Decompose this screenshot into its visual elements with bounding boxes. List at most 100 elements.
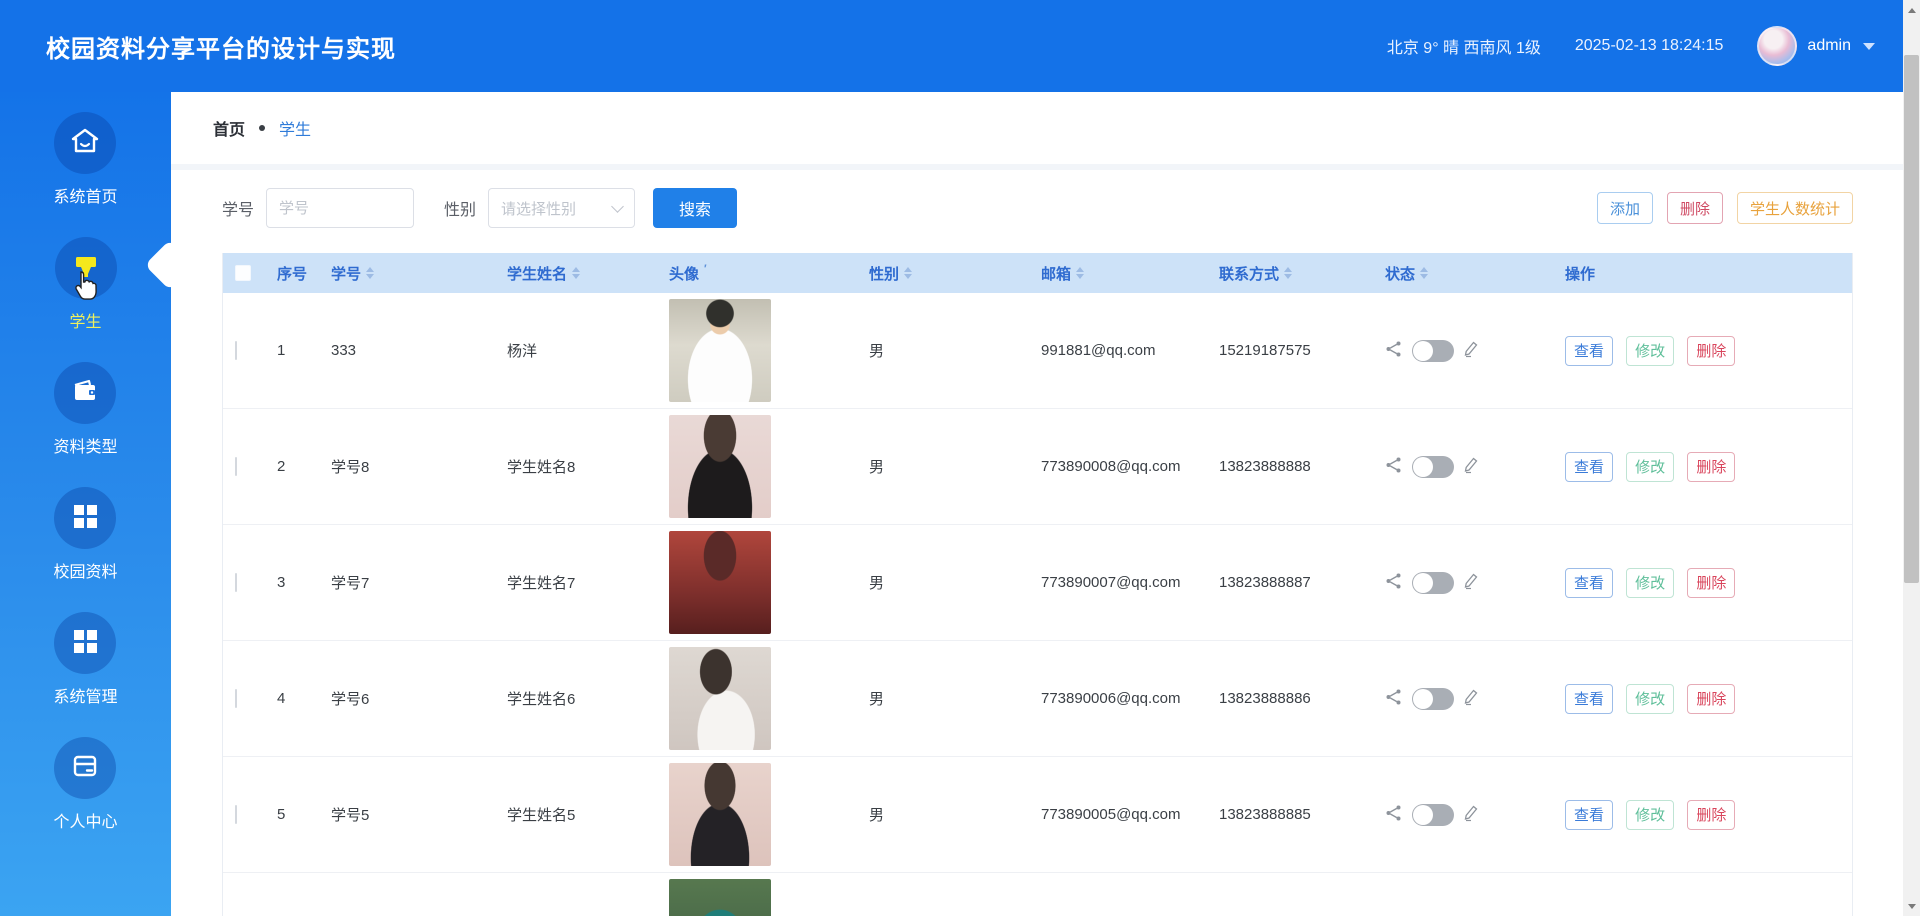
edit-button[interactable]: 修改: [1626, 452, 1674, 482]
sidebar-item-label: 系统管理: [53, 683, 117, 707]
status-toggle[interactable]: [1412, 688, 1454, 710]
home-icon: [69, 125, 101, 162]
student-id-input[interactable]: [266, 188, 414, 228]
view-button[interactable]: 查看: [1565, 568, 1613, 598]
breadcrumb: 首页 学生: [171, 92, 1903, 164]
cell-gender: 男: [863, 572, 1035, 593]
sort-icon[interactable]: ′: [704, 263, 707, 275]
row-delete-button[interactable]: 删除: [1687, 452, 1735, 482]
col-num: 序号: [271, 263, 325, 284]
breadcrumb-home[interactable]: 首页: [213, 116, 245, 140]
delete-button[interactable]: 删除: [1667, 192, 1723, 224]
col-status: 状态: [1379, 263, 1559, 284]
avatar-photo: [669, 763, 771, 866]
app-title: 校园资料分享平台的设计与实现: [46, 29, 396, 64]
row-checkbox[interactable]: [235, 573, 237, 592]
share-icon[interactable]: [1385, 688, 1403, 710]
edit-button[interactable]: 修改: [1626, 336, 1674, 366]
cell-sid: 学号6: [325, 688, 501, 709]
edit-pencil-icon[interactable]: [1463, 804, 1479, 826]
share-icon[interactable]: [1385, 804, 1403, 826]
sidebar-item-label: 系统首页: [53, 183, 117, 207]
sidebar-item-personal-center[interactable]: 个人中心: [53, 737, 117, 832]
student-count-stats-button[interactable]: 学生人数统计: [1737, 192, 1853, 224]
row-delete-button[interactable]: 删除: [1687, 568, 1735, 598]
chevron-down-icon: [611, 200, 624, 213]
cell-name: 学生姓名8: [501, 456, 663, 477]
cell-phone: 13823888887: [1213, 574, 1379, 591]
chevron-down-icon[interactable]: [1863, 43, 1875, 50]
view-button[interactable]: 查看: [1565, 452, 1613, 482]
view-button[interactable]: 查看: [1565, 336, 1613, 366]
avatar-photo: [669, 879, 771, 916]
select-all-checkbox[interactable]: [235, 265, 251, 281]
table-row: [223, 873, 1852, 916]
sidebar-item-label: 学生: [69, 308, 101, 332]
scrollbar-thumb[interactable]: [1904, 55, 1919, 583]
edit-pencil-icon[interactable]: [1463, 340, 1479, 362]
edit-pencil-icon[interactable]: [1463, 688, 1479, 710]
row-delete-button[interactable]: 删除: [1687, 684, 1735, 714]
idcard-icon: [69, 750, 101, 787]
add-button[interactable]: 添加: [1597, 192, 1653, 224]
sort-icon[interactable]: [366, 267, 374, 279]
scroll-down-arrow[interactable]: [1903, 898, 1920, 914]
sort-icon[interactable]: [1284, 267, 1292, 279]
row-checkbox[interactable]: [235, 689, 237, 708]
row-checkbox[interactable]: [235, 805, 237, 824]
col-phone: 联系方式: [1213, 263, 1379, 284]
cell-sid: 333: [325, 342, 501, 359]
page: 校园资料分享平台的设计与实现 北京 9° 晴 西南风 1级 2025-02-13…: [0, 0, 1920, 916]
row-checkbox[interactable]: [235, 457, 237, 476]
sort-icon[interactable]: [1420, 267, 1428, 279]
sidebar-item-home[interactable]: 系统首页: [53, 112, 117, 207]
cell-email: 773890008@qq.com: [1035, 458, 1213, 475]
breadcrumb-current[interactable]: 学生: [279, 116, 311, 140]
col-email: 邮箱: [1035, 263, 1213, 284]
status-toggle[interactable]: [1412, 572, 1454, 594]
edit-pencil-icon[interactable]: [1463, 572, 1479, 594]
gender-label: 性别: [444, 196, 476, 220]
view-button[interactable]: 查看: [1565, 800, 1613, 830]
sort-icon[interactable]: [572, 267, 580, 279]
sidebar-item-campus-material[interactable]: 校园资料: [53, 487, 117, 582]
status-toggle[interactable]: [1412, 804, 1454, 826]
avatar-photo: [669, 647, 771, 750]
share-icon[interactable]: [1385, 340, 1403, 362]
wallet-icon: [69, 375, 101, 412]
sidebar-item-material-type[interactable]: 资料类型: [53, 362, 117, 457]
share-icon[interactable]: [1385, 456, 1403, 478]
gender-select[interactable]: 请选择性别: [488, 188, 635, 228]
sidebar-item-system-admin[interactable]: 系统管理: [53, 612, 117, 707]
edit-button[interactable]: 修改: [1626, 684, 1674, 714]
status-toggle[interactable]: [1412, 456, 1454, 478]
row-delete-button[interactable]: 删除: [1687, 800, 1735, 830]
row-checkbox[interactable]: [235, 341, 237, 360]
cell-sid: 学号5: [325, 804, 501, 825]
cell-email: 991881@qq.com: [1035, 342, 1213, 359]
scroll-up-arrow[interactable]: [1903, 2, 1920, 18]
avatar-photo: [669, 299, 771, 402]
cell-num: 4: [271, 690, 325, 707]
edit-button[interactable]: 修改: [1626, 800, 1674, 830]
sort-icon[interactable]: [904, 267, 912, 279]
page-scrollbar[interactable]: [1903, 0, 1920, 916]
cell-phone: 13823888888: [1213, 458, 1379, 475]
view-button[interactable]: 查看: [1565, 684, 1613, 714]
edit-button[interactable]: 修改: [1626, 568, 1674, 598]
status-toggle[interactable]: [1412, 340, 1454, 362]
table-header-row: 序号 学号 学生姓名 头像′ 性别 邮箱 联系方式 状态 操作: [223, 253, 1852, 293]
edit-pencil-icon[interactable]: [1463, 456, 1479, 478]
user-avatar[interactable]: [1757, 26, 1797, 66]
cell-gender: 男: [863, 456, 1035, 477]
cell-name: 学生姓名6: [501, 688, 663, 709]
user-menu[interactable]: admin: [1757, 26, 1875, 66]
cell-phone: 13823888886: [1213, 690, 1379, 707]
weather-text: 北京 9° 晴 西南风 1级: [1387, 34, 1541, 58]
sort-icon[interactable]: [1076, 267, 1084, 279]
col-gender: 性别: [863, 263, 1035, 284]
search-button[interactable]: 搜索: [653, 188, 737, 228]
sidebar: 系统首页 学生 资料类型 校园资料 系统管理: [0, 92, 171, 916]
row-delete-button[interactable]: 删除: [1687, 336, 1735, 366]
share-icon[interactable]: [1385, 572, 1403, 594]
